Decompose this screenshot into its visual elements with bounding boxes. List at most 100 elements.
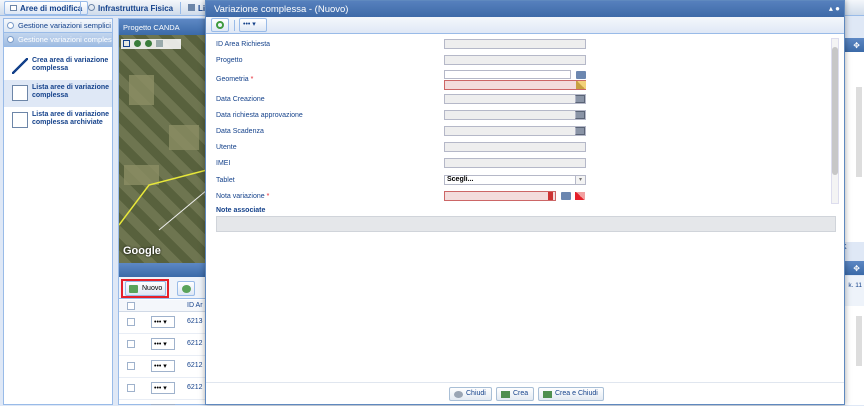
row-menu[interactable]: ••• ▾	[151, 360, 175, 372]
table-row[interactable]: ••• ▾ 6212	[119, 378, 207, 400]
refresh-button[interactable]	[177, 281, 195, 296]
tablet-select[interactable]: Scegli... ▾	[444, 175, 586, 185]
edit-pencil-icon[interactable]	[575, 192, 585, 200]
id-area-field[interactable]	[444, 39, 586, 49]
close-button[interactable]: Chiudi	[449, 387, 492, 401]
move-icon[interactable]: ✥	[853, 264, 860, 273]
sidebar-item-lista-aree[interactable]: Lista aree di variazione complessa	[4, 80, 112, 107]
row-menu[interactable]: ••• ▾	[151, 338, 175, 350]
data-scadenza-field[interactable]	[444, 126, 586, 136]
scrollbar-thumb[interactable]	[832, 47, 838, 175]
row-id: 6212	[187, 384, 203, 391]
table-row[interactable]: ••• ▾6212	[119, 400, 207, 406]
calendar-icon[interactable]	[575, 95, 585, 103]
notes-list	[216, 216, 836, 232]
dialog-title: Variazione complessa - (Nuovo)	[214, 4, 349, 15]
project-panel: Progetto CANDA Google Nuovo ID Ar ••• ▾ 6…	[118, 18, 208, 406]
accordion-gestione-variazioni-complesse[interactable]: Gestione variazioni complesse	[4, 33, 112, 47]
label-utente: Utente	[216, 144, 237, 151]
dialog-form: ID Area Richiesta Progetto Geometria * D…	[206, 35, 844, 382]
dialog-title-bar[interactable]: Variazione complessa - (Nuovo) ▴ ●	[206, 1, 844, 17]
edit-pencil-icon[interactable]	[576, 81, 586, 89]
sidebar: Gestione variazioni semplici Gestione va…	[3, 18, 113, 405]
grid-toolbar: Nuovo	[119, 277, 207, 299]
new-button[interactable]: Nuovo	[125, 281, 167, 296]
label-progetto: Progetto	[216, 57, 243, 64]
comment-icon[interactable]	[561, 192, 571, 200]
archive-list-icon	[12, 112, 28, 128]
label-imei: IMEI	[216, 160, 231, 167]
chevron-down-icon[interactable]: ▾	[575, 176, 585, 184]
tab-aree-di-modifica[interactable]: Aree di modifica	[4, 1, 89, 15]
select-all-checkbox[interactable]	[127, 302, 135, 310]
add-icon	[129, 285, 138, 293]
label-id-area: ID Area Richiesta	[216, 41, 271, 48]
create-and-close-button[interactable]: Crea e Chiudi	[538, 387, 604, 401]
utente-field[interactable]	[444, 142, 586, 152]
row-checkbox[interactable]	[127, 340, 135, 348]
map-select-icon[interactable]	[576, 71, 586, 79]
row-checkbox[interactable]	[127, 318, 135, 326]
imei-field[interactable]	[444, 158, 586, 168]
calendar-icon[interactable]	[575, 111, 585, 119]
minimize-icon[interactable]: ▴	[829, 4, 833, 13]
satellite-map[interactable]: Google	[119, 35, 207, 263]
window-tools: ▴ ●	[829, 4, 840, 13]
network-icon	[88, 4, 95, 11]
row-checkbox[interactable]	[127, 362, 135, 370]
area-icon	[10, 5, 17, 11]
notes-header: Note associate	[216, 207, 266, 214]
tab-infrastruttura-fisica[interactable]: Infrastruttura Fisica	[82, 1, 179, 15]
sidebar-item-crea-area[interactable]: Crea area di variazione complessa	[4, 53, 112, 80]
separator	[180, 2, 181, 14]
geometria-field[interactable]	[444, 80, 586, 90]
row-id: 6213	[187, 318, 203, 325]
scrollbar[interactable]	[856, 316, 862, 366]
data-creazione-field[interactable]	[444, 94, 586, 104]
project-panel-title: Progetto CANDA	[119, 19, 207, 35]
error-icon	[548, 192, 553, 200]
draw-area-icon	[12, 58, 28, 74]
refresh-button[interactable]	[211, 18, 229, 32]
label-data-creazione: Data Creazione	[216, 96, 265, 103]
more-menu-button[interactable]: ••• ▾	[239, 18, 267, 32]
accordion-gestione-variazioni-semplici[interactable]: Gestione variazioni semplici	[4, 19, 112, 33]
dialog-variazione-complessa: Variazione complessa - (Nuovo) ▴ ● ••• ▾…	[205, 0, 845, 405]
label-data-scadenza: Data Scadenza	[216, 128, 264, 135]
label-geometria: Geometria *	[216, 76, 254, 83]
table-row[interactable]: ••• ▾6212	[119, 356, 207, 378]
scrollbar[interactable]	[856, 87, 862, 177]
dialog-footer: Chiudi Crea Crea e Chiudi	[206, 382, 844, 404]
table-row[interactable]: ••• ▾ 6212	[119, 334, 207, 356]
nota-variazione-field[interactable]	[444, 191, 556, 201]
form-scrollbar[interactable]	[831, 38, 839, 204]
calendar-icon[interactable]	[575, 127, 585, 135]
row-menu[interactable]: ••• ▾	[151, 316, 175, 328]
close-window-icon[interactable]: ●	[835, 4, 840, 13]
separator	[234, 20, 235, 31]
progetto-field[interactable]	[444, 55, 586, 65]
expand-icon	[7, 22, 14, 29]
separator	[80, 2, 81, 14]
label-data-richiesta: Data richiesta approvazione	[216, 112, 303, 119]
column-id-header[interactable]: ID Ar	[187, 302, 203, 309]
row-menu[interactable]: ••• ▾	[151, 382, 175, 394]
row-checkbox[interactable]	[127, 384, 135, 392]
page-label: k. 11	[848, 282, 862, 289]
grid-panel-header	[119, 263, 207, 277]
table-row[interactable]: ••• ▾ 6213	[119, 312, 207, 334]
row-id: 6212	[187, 340, 203, 347]
create-button[interactable]: Crea	[496, 387, 535, 401]
refresh-icon	[216, 21, 224, 29]
sidebar-item-lista-aree-archiviate[interactable]: Lista aree di variazione complessa archi…	[4, 107, 112, 141]
refresh-icon	[182, 285, 191, 293]
data-richiesta-field[interactable]	[444, 110, 586, 120]
close-icon	[454, 391, 463, 398]
map-overlay-lines	[119, 169, 207, 231]
geometria-field-top[interactable]	[444, 70, 571, 79]
list-icon	[12, 85, 28, 101]
label-tablet: Tablet	[216, 177, 235, 184]
collapse-icon	[7, 36, 14, 43]
move-icon[interactable]: ✥	[853, 41, 860, 50]
dialog-toolbar: ••• ▾	[206, 17, 844, 34]
